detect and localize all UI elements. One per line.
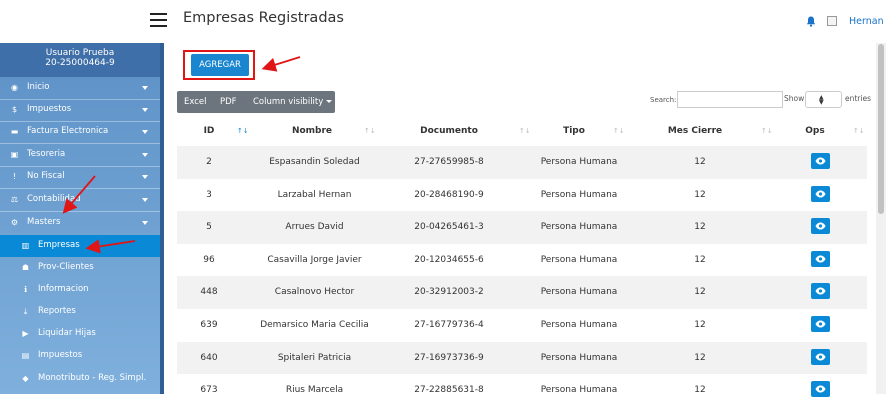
annotation-arrows <box>62 56 301 254</box>
